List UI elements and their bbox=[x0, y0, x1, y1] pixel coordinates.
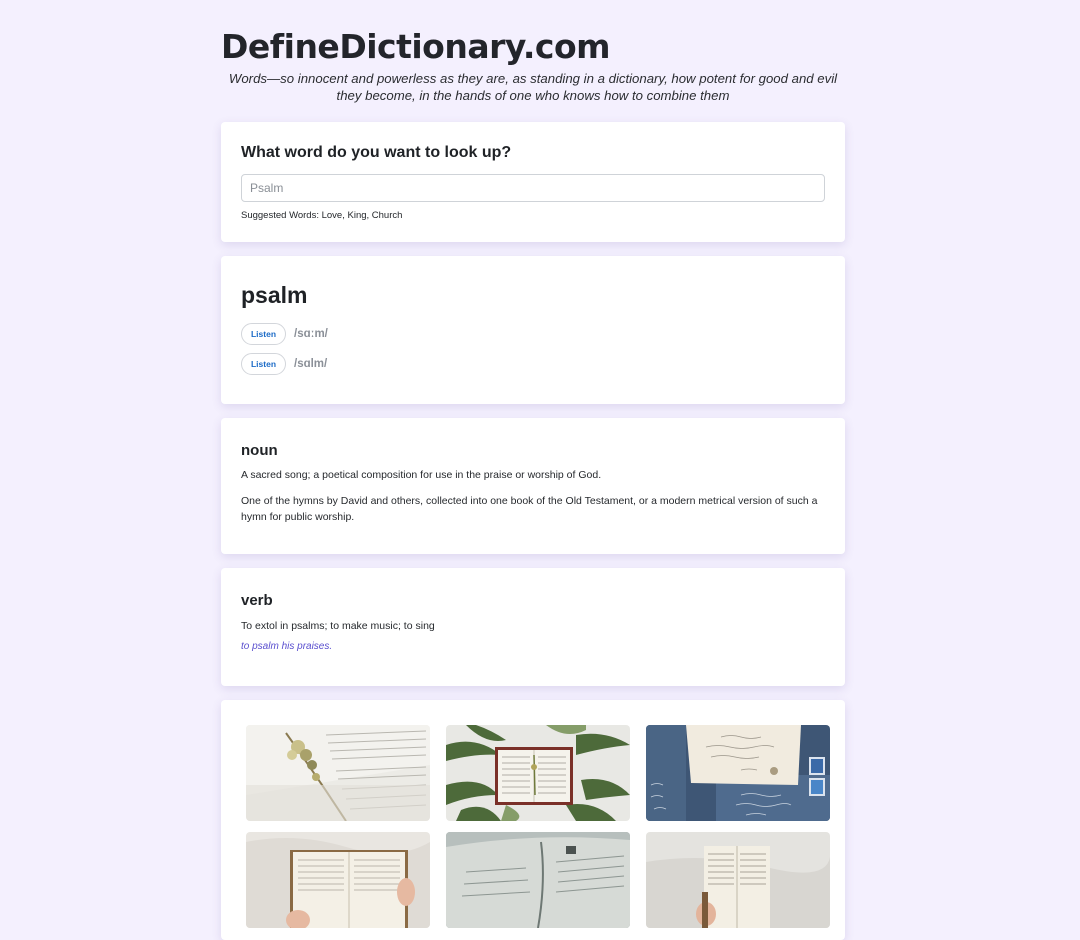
part-of-speech-noun: noun bbox=[241, 442, 278, 459]
gallery-image-letters[interactable] bbox=[646, 725, 830, 821]
suggested-words: Suggested Words: Love, King, Church bbox=[241, 210, 403, 221]
pronunciation-row: Listen /sɑlm/ bbox=[241, 353, 327, 375]
definition: A sacred song; a poetical composition fo… bbox=[241, 469, 602, 481]
definition: One of the hymns by David and others, co… bbox=[241, 495, 818, 523]
gallery-image-hand-worn-bible[interactable] bbox=[646, 832, 830, 928]
site-tagline: Words—so innocent and powerless as they … bbox=[228, 71, 838, 103]
part-of-speech-verb: verb bbox=[241, 592, 273, 609]
search-card: What word do you want to look up? Sugges… bbox=[221, 122, 845, 242]
verb-meaning-card: verb To extol in psalms; to make music; … bbox=[221, 568, 845, 686]
gallery-image-open-book[interactable] bbox=[446, 832, 630, 928]
listen-button[interactable]: Listen bbox=[241, 353, 286, 375]
listen-button[interactable]: Listen bbox=[241, 323, 286, 345]
gallery-image-bible-ferns[interactable] bbox=[446, 725, 630, 821]
definition: To extol in psalms; to make music; to si… bbox=[241, 620, 435, 632]
site-title[interactable]: DefineDictionary.com bbox=[221, 27, 611, 66]
pronunciation-row: Listen /sɑːm/ bbox=[241, 323, 328, 345]
word-card: psalm Listen /sɑːm/ Listen /sɑlm/ bbox=[221, 256, 845, 404]
phonetic-text: /sɑːm/ bbox=[294, 328, 328, 340]
image-gallery bbox=[221, 700, 845, 940]
gallery-image-hands-bible[interactable] bbox=[246, 832, 430, 928]
headword: psalm bbox=[241, 282, 308, 308]
search-input[interactable] bbox=[241, 174, 825, 202]
noun-meaning-card: noun A sacred song; a poetical compositi… bbox=[221, 418, 845, 554]
example-sentence: to psalm his praises. bbox=[241, 641, 333, 652]
phonetic-text: /sɑlm/ bbox=[294, 358, 328, 370]
gallery-image-book-flowers[interactable] bbox=[246, 725, 430, 821]
search-heading: What word do you want to look up? bbox=[241, 144, 512, 161]
